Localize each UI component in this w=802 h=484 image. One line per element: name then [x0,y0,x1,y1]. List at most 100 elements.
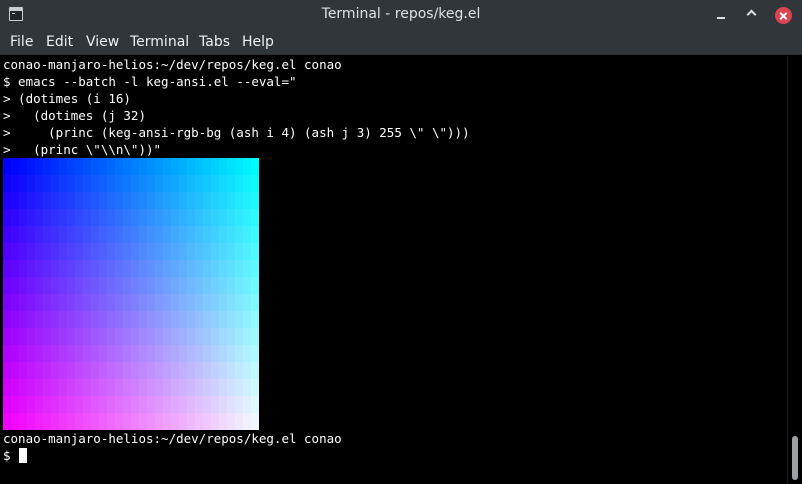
color-cell [219,311,227,328]
scrollbar-thumb[interactable] [792,436,798,480]
color-cell [83,396,91,413]
menu-terminal[interactable]: Terminal [130,34,189,50]
menu-file[interactable]: File [10,34,33,50]
color-cell [211,158,219,175]
color-cell [131,413,139,430]
color-cell [27,192,35,209]
color-cell [227,311,235,328]
menu-view[interactable]: View [86,34,119,50]
color-cell [83,158,91,175]
prompt-line: conao-manjaro-helios:~/dev/repos/keg.el … [3,57,342,72]
color-cell [67,379,75,396]
color-cell [187,192,195,209]
terminal-output[interactable]: conao-manjaro-helios:~/dev/repos/keg.el … [0,56,787,484]
color-cell [227,345,235,362]
color-cell [115,277,123,294]
menu-help[interactable]: Help [242,34,274,50]
color-cell [83,413,91,430]
color-cell [43,192,51,209]
color-cell [43,260,51,277]
color-cell [195,362,203,379]
color-cell [43,226,51,243]
color-cell [59,396,67,413]
scrollbar[interactable] [787,56,802,484]
color-cell [147,175,155,192]
maximize-icon[interactable] [744,7,760,23]
menu-edit[interactable]: Edit [46,34,73,50]
color-cell [187,345,195,362]
close-icon[interactable] [775,7,792,24]
color-cell [11,311,19,328]
color-cell [51,277,59,294]
color-cell [235,175,243,192]
color-cell [59,277,67,294]
color-cell [59,413,67,430]
color-cell [251,311,259,328]
color-cell [139,277,147,294]
color-cell [227,226,235,243]
color-cell [35,226,43,243]
color-cell [3,243,11,260]
color-cell [91,294,99,311]
color-cell [19,175,27,192]
color-cell [99,243,107,260]
color-cell [123,379,131,396]
color-cell [67,243,75,260]
color-cell [75,226,83,243]
color-cell [243,311,251,328]
color-cell [251,243,259,260]
color-gradient-output [3,158,259,430]
color-cell [235,379,243,396]
color-cell [51,260,59,277]
color-cell [75,396,83,413]
color-cell [243,413,251,430]
title-bar[interactable]: Terminal - repos/keg.el [0,0,802,30]
color-cell [131,158,139,175]
color-cell [19,209,27,226]
color-cell [3,413,11,430]
color-cell [203,158,211,175]
color-cell [115,158,123,175]
color-cell [99,294,107,311]
color-cell [19,243,27,260]
input-line[interactable]: $ [3,447,28,464]
color-cell [11,328,19,345]
color-cell [115,175,123,192]
color-cell [75,362,83,379]
color-cell [107,413,115,430]
color-cell [27,294,35,311]
color-cell [171,192,179,209]
color-cell [11,379,19,396]
color-cell [195,226,203,243]
color-cell [11,260,19,277]
color-cell [195,345,203,362]
color-cell [251,192,259,209]
color-cell [3,362,11,379]
color-cell [83,345,91,362]
minimize-icon[interactable] [713,7,729,23]
color-cell [123,192,131,209]
color-cell [147,260,155,277]
menu-tabs[interactable]: Tabs [199,34,230,50]
color-cell [99,328,107,345]
color-cell [163,277,171,294]
color-cell [195,396,203,413]
color-cell [19,345,27,362]
color-cell [123,328,131,345]
color-cell [227,192,235,209]
color-cell [211,277,219,294]
color-cell [107,209,115,226]
color-cell [107,311,115,328]
color-cell [3,379,11,396]
color-cell [75,243,83,260]
color-cell [91,209,99,226]
color-cell [163,362,171,379]
color-cell [179,277,187,294]
color-cell [187,277,195,294]
color-cell [187,396,195,413]
color-cell [99,379,107,396]
color-cell [211,175,219,192]
color-cell [67,396,75,413]
color-cell [187,362,195,379]
color-cell [131,175,139,192]
